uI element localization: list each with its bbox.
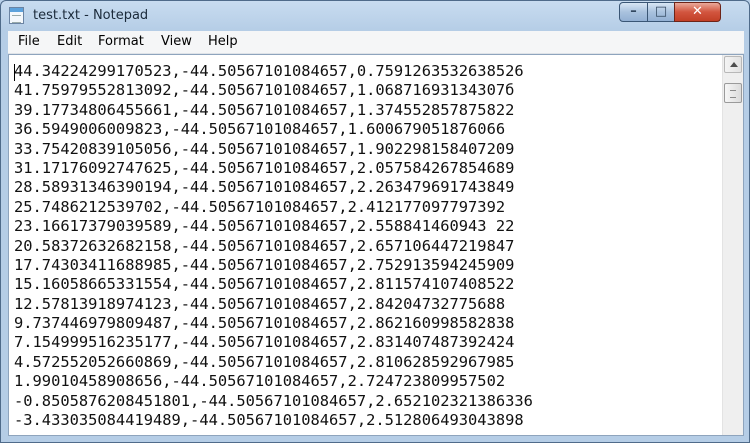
text-editor[interactable]: 44.34224299170523,-44.50567101084657,0.7… [8, 54, 744, 436]
text-line: 44.34224299170523,-44.50567101084657,0.7… [14, 62, 524, 80]
text-line: -3.433035084419489,-44.50567101084657,2.… [14, 411, 524, 430]
menu-view[interactable]: View [161, 34, 192, 49]
title-bar[interactable]: test.txt - Notepad – □ ✕ [1, 1, 749, 31]
text-line: 28.58931346390194,-44.50567101084657,2.2… [14, 178, 515, 197]
text-content[interactable]: 44.34224299170523,-44.50567101084657,0.7… [14, 62, 719, 434]
vertical-scrollbar[interactable] [722, 55, 743, 435]
text-line: 20.58372632682158,-44.50567101084657,2.6… [14, 236, 515, 255]
notepad-icon[interactable] [9, 7, 24, 24]
chevron-up-icon [730, 62, 738, 67]
text-line: 9.737446979809487,-44.50567101084657,2.8… [14, 314, 515, 333]
text-line: -0.8505876208451801,-44.50567101084657,2… [14, 391, 533, 410]
menu-bar: File Edit Format View Help [8, 31, 744, 54]
text-line: 39.17734806455661,-44.50567101084657,1.3… [14, 100, 515, 119]
text-caret [14, 64, 15, 81]
scrollbar-thumb[interactable] [724, 83, 742, 103]
notepad-window: test.txt - Notepad – □ ✕ File Edit Forma… [0, 0, 750, 443]
text-line: 1.99010458908656,-44.50567101084657,2.72… [14, 372, 506, 391]
menu-file[interactable]: File [18, 34, 40, 49]
text-line: 36.5949006009823,-44.50567101084657,1.60… [14, 120, 506, 139]
menu-format[interactable]: Format [98, 34, 144, 49]
maximize-button[interactable]: □ [647, 2, 675, 22]
text-line: 4.572552052660869,-44.50567101084657,2.8… [14, 352, 515, 371]
menu-edit[interactable]: Edit [57, 34, 82, 49]
window-title: test.txt - Notepad [33, 8, 149, 23]
menu-help[interactable]: Help [208, 34, 238, 49]
text-line: 17.74303411688985,-44.50567101084657,2.7… [14, 255, 515, 274]
text-line: 12.57813918974123,-44.50567101084657,2.8… [14, 294, 506, 313]
text-line: 23.16617379039589,-44.50567101084657,2.5… [14, 217, 515, 236]
text-line: 33.75420839105056,-44.50567101084657,1.9… [14, 139, 515, 158]
text-line: 31.17176092747625,-44.50567101084657,2.0… [14, 158, 515, 177]
minimize-button[interactable]: – [619, 2, 648, 22]
text-line: 41.75979552813092,-44.50567101084657,1.0… [14, 81, 515, 100]
scroll-up-button[interactable] [724, 56, 742, 73]
text-line: 7.154999516235177,-44.50567101084657,2.8… [14, 333, 515, 352]
text-line: 15.16058665331554,-44.50567101084657,2.8… [14, 275, 515, 294]
text-line: 25.7486212539702,-44.50567101084657,2.41… [14, 197, 506, 216]
close-button[interactable]: ✕ [674, 2, 721, 22]
